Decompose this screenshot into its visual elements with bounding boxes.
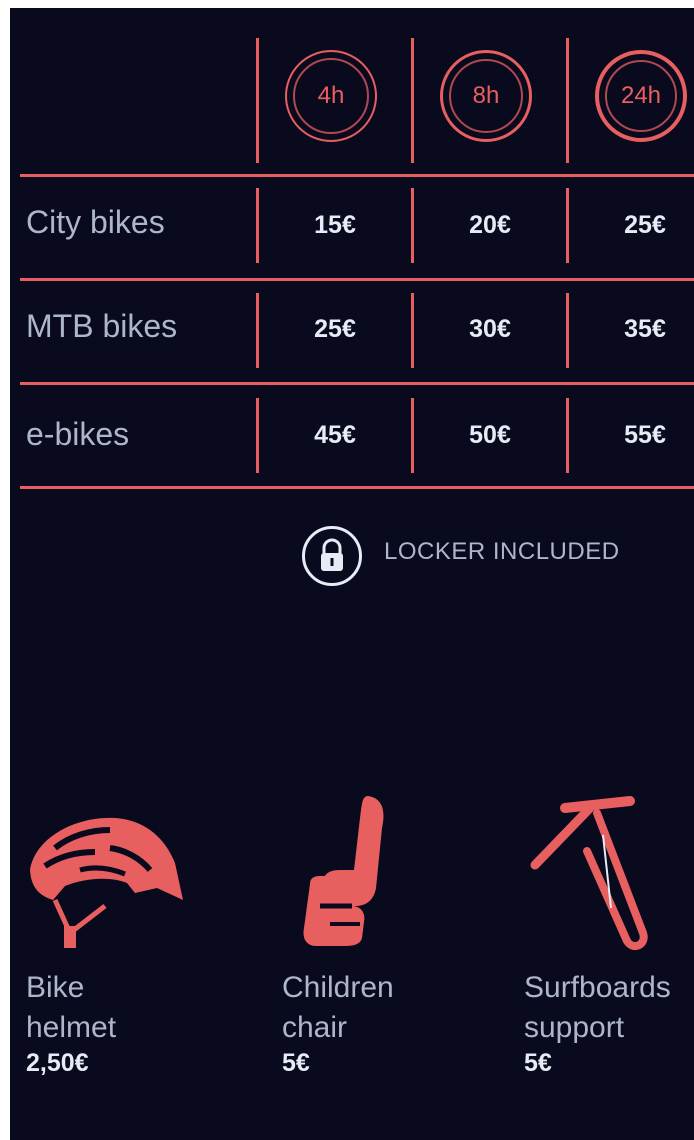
accessory-name-line: Bike [26, 971, 85, 1004]
accessory-helmet-name: Bike helmet [26, 968, 116, 1048]
locker-included-label: LOCKER INCLUDED [384, 538, 620, 565]
duration-label: 8h [472, 82, 500, 109]
row-label-e-bikes: e-bikes [26, 416, 130, 452]
duration-label: 24h [620, 82, 662, 109]
column-divider [256, 293, 259, 368]
price-cell: 55€ [624, 421, 666, 449]
column-divider [411, 188, 414, 263]
accessory-surfboard-name: Surfboards support [524, 968, 671, 1048]
column-divider [256, 38, 259, 163]
lock-icon [302, 526, 362, 586]
column-divider [411, 398, 414, 473]
column-divider [256, 188, 259, 263]
column-divider [566, 398, 569, 473]
row-divider [20, 174, 694, 177]
duration-8h-badge: 8h [440, 50, 532, 142]
accessory-name-line: chair [282, 1011, 348, 1044]
price-cell: 45€ [314, 421, 356, 449]
price-cell: 30€ [469, 315, 511, 343]
accessory-name-line: Surfboards [524, 971, 671, 1004]
column-divider [256, 398, 259, 473]
column-divider [566, 293, 569, 368]
accessory-name-line: Children [282, 971, 394, 1004]
helmet-icon [30, 817, 183, 948]
price-cell: 15€ [314, 211, 356, 239]
accessory-name-line: helmet [26, 1011, 117, 1044]
duration-4h-badge: 4h [285, 50, 377, 142]
accessory-child-chair-price: 5€ [282, 1049, 310, 1077]
duration-label: 4h [317, 82, 345, 109]
accessory-helmet-price: 2,50€ [26, 1049, 89, 1077]
column-divider [411, 293, 414, 368]
row-divider [20, 486, 694, 489]
accessory-child-chair-name: Children chair [282, 968, 394, 1048]
column-divider [566, 38, 569, 163]
accessory-name-line: support [524, 1011, 625, 1044]
price-cell: 50€ [469, 421, 511, 449]
surfboard-rack-icon [530, 796, 648, 951]
row-divider [20, 382, 694, 385]
row-label-city-bikes: City bikes [26, 204, 165, 240]
column-divider [566, 188, 569, 263]
price-cell: 35€ [624, 315, 666, 343]
price-cell: 20€ [469, 211, 511, 239]
price-cell: 25€ [314, 315, 356, 343]
column-divider [411, 38, 414, 163]
child-seat-icon [303, 796, 384, 946]
row-divider [20, 278, 694, 281]
row-label-mtb-bikes: MTB bikes [26, 308, 178, 344]
accessory-surfboard-price: 5€ [524, 1049, 552, 1077]
price-cell: 25€ [624, 211, 666, 239]
pricing-panel: 4h 8h 24h City bikes 15€ 20€ 25€ MTB bik… [10, 8, 694, 1140]
duration-24h-badge: 24h [595, 50, 687, 142]
